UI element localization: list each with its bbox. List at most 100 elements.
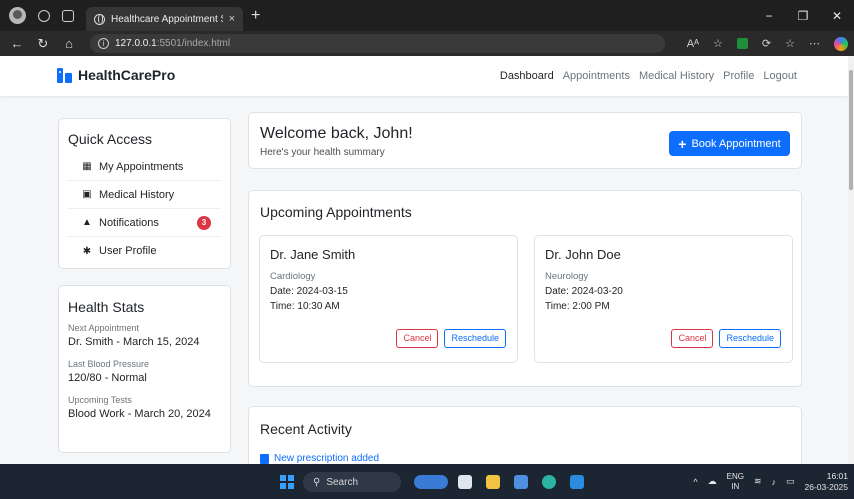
activity-item[interactable]: New prescription added	[260, 453, 790, 464]
chevron-up-icon[interactable]: ^	[693, 477, 697, 487]
widgets-icon[interactable]	[414, 475, 448, 489]
web-page: HealthCarePro Dashboard Appointments Med…	[0, 56, 854, 464]
browser-essentials-icon[interactable]: ⟳	[762, 37, 771, 50]
recent-activity-title: Recent Activity	[260, 421, 352, 437]
doctor-name: Dr. John Doe	[545, 247, 621, 262]
favorites-icon[interactable]: ☆	[785, 37, 795, 50]
more-menu-icon[interactable]: ⋯	[809, 37, 820, 50]
browser-tab-bar: Healthcare Appointment System × + − ❐ ✕	[0, 0, 854, 31]
file-medical-icon: ▣	[82, 189, 92, 200]
region-code: IN	[731, 481, 740, 491]
nav-profile[interactable]: Profile	[723, 70, 754, 82]
home-icon[interactable]: ⌂	[56, 36, 82, 51]
nav-logout[interactable]: Logout	[763, 70, 797, 82]
minimize-button[interactable]: −	[752, 9, 786, 23]
stat-label: Upcoming Tests	[68, 395, 132, 405]
quick-link-label: My Appointments	[99, 160, 184, 173]
quick-link-medical-history[interactable]: ▣ Medical History	[68, 181, 220, 209]
copilot-icon[interactable]	[834, 36, 848, 51]
main-nav: Dashboard Appointments Medical History P…	[500, 70, 797, 82]
quick-link-user-profile[interactable]: ✱ User Profile	[68, 237, 220, 265]
doctor-name: Dr. Jane Smith	[270, 247, 356, 262]
clock-time: 16:01	[826, 470, 848, 481]
task-view-icon[interactable]	[458, 475, 472, 489]
browser-toolbar: ← ↻ ⌂ i 127.0.0.1:5501/index.html Aᴬ ☆ ⟳…	[0, 31, 854, 56]
reschedule-button[interactable]: Reschedule	[444, 329, 506, 348]
scrollbar-thumb[interactable]	[849, 70, 853, 190]
gear-icon: ✱	[82, 245, 92, 257]
window-controls: − ❐ ✕	[752, 0, 854, 31]
activity-label: New prescription added	[274, 453, 380, 464]
bell-icon: ▲	[82, 217, 92, 228]
page-scrollbar[interactable]	[848, 56, 854, 464]
workspaces-icon[interactable]	[38, 9, 50, 22]
stat-value: Dr. Smith - March 15, 2024	[68, 336, 200, 348]
quick-link-my-appointments[interactable]: ▦ My Appointments	[68, 153, 220, 181]
upcoming-appointments-card: Upcoming Appointments Dr. Jane Smith Car…	[248, 190, 802, 387]
close-tab-icon[interactable]: ×	[229, 13, 235, 25]
wifi-icon[interactable]: ≋	[754, 476, 762, 487]
nav-appointments[interactable]: Appointments	[563, 70, 630, 82]
appointment-date: Date: 2024-03-20	[545, 286, 623, 297]
maximize-button[interactable]: ❐	[786, 9, 820, 23]
windows-taskbar: ⚲ Search ^ ☁ ENG IN ≋ ♪ ▭ 16:01 26-03-20…	[0, 464, 854, 499]
welcome-card: Welcome back, John! Here's your health s…	[248, 112, 802, 169]
profile-avatar-icon[interactable]	[9, 7, 26, 24]
book-appointment-button[interactable]: + Book Appointment	[669, 131, 790, 156]
appointment-actions: Cancel Reschedule	[671, 329, 781, 348]
appointment-actions: Cancel Reschedule	[396, 329, 506, 348]
quick-link-label: Notifications	[99, 216, 159, 229]
battery-icon[interactable]: ▭	[786, 476, 795, 487]
toolbar-right: Aᴬ ☆ ⟳ ☆ ⋯	[687, 31, 848, 56]
clock-date: 26-03-2025	[804, 481, 848, 492]
site-info-icon[interactable]: i	[98, 38, 109, 49]
quick-access-card: Quick Access ▦ My Appointments ▣ Medical…	[58, 118, 231, 269]
vscode-icon[interactable]	[570, 475, 584, 489]
store-icon[interactable]	[514, 475, 528, 489]
reschedule-button[interactable]: Reschedule	[719, 329, 781, 348]
brand-name: HealthCarePro	[78, 67, 176, 83]
plus-icon: +	[678, 135, 687, 152]
file-icon	[260, 453, 269, 464]
windows-start-icon[interactable]	[280, 475, 294, 489]
stat-label: Next Appointment	[68, 323, 140, 333]
cancel-button[interactable]: Cancel	[396, 329, 439, 348]
cancel-button[interactable]: Cancel	[671, 329, 714, 348]
stat-value: Blood Work - March 20, 2024	[68, 408, 211, 420]
nav-medical-history[interactable]: Medical History	[639, 70, 714, 82]
book-appointment-label: Book Appointment	[691, 137, 781, 150]
back-arrow-icon[interactable]: ←	[4, 36, 30, 51]
address-bar[interactable]: i 127.0.0.1:5501/index.html	[90, 34, 665, 53]
tab-title: Healthcare Appointment System	[111, 13, 223, 25]
language-indicator[interactable]: ENG IN	[727, 472, 744, 492]
quick-link-label: Medical History	[99, 188, 175, 201]
favorite-star-icon[interactable]: ☆	[713, 37, 723, 50]
appointment-time: Time: 10:30 AM	[270, 301, 340, 312]
close-window-button[interactable]: ✕	[820, 9, 854, 23]
quick-link-label: User Profile	[99, 245, 157, 257]
brand-logo[interactable]: HealthCarePro	[57, 67, 175, 83]
search-icon: ⚲	[313, 476, 321, 488]
refresh-icon[interactable]: ↻	[30, 36, 56, 52]
browser-tab[interactable]: Healthcare Appointment System ×	[86, 7, 243, 31]
stat-value: 120/80 - Normal	[68, 372, 147, 384]
quick-link-notifications[interactable]: ▲ Notifications 3	[68, 209, 220, 237]
health-stats-title: Health Stats	[68, 299, 145, 315]
calendar-icon: ▦	[82, 161, 92, 172]
file-explorer-icon[interactable]	[486, 475, 500, 489]
extension-icon[interactable]	[736, 38, 748, 49]
url-path: :5501/index.html	[156, 38, 231, 49]
nav-dashboard[interactable]: Dashboard	[500, 70, 554, 82]
appointment-date: Date: 2024-03-15	[270, 286, 348, 297]
onedrive-icon[interactable]: ☁	[708, 476, 717, 487]
tab-actions-icon[interactable]	[62, 9, 74, 22]
stat-label: Last Blood Pressure	[68, 359, 150, 369]
new-tab-button[interactable]: +	[251, 7, 260, 25]
read-aloud-icon[interactable]: Aᴬ	[687, 38, 699, 50]
health-stats-card: Health Stats Next Appointment Dr. Smith …	[58, 285, 231, 453]
taskbar-search[interactable]: ⚲ Search	[303, 472, 401, 492]
volume-icon[interactable]: ♪	[772, 477, 777, 487]
clock[interactable]: 16:01 26-03-2025	[805, 471, 848, 493]
edge-browser-icon[interactable]	[542, 475, 556, 489]
globe-icon	[94, 13, 105, 25]
